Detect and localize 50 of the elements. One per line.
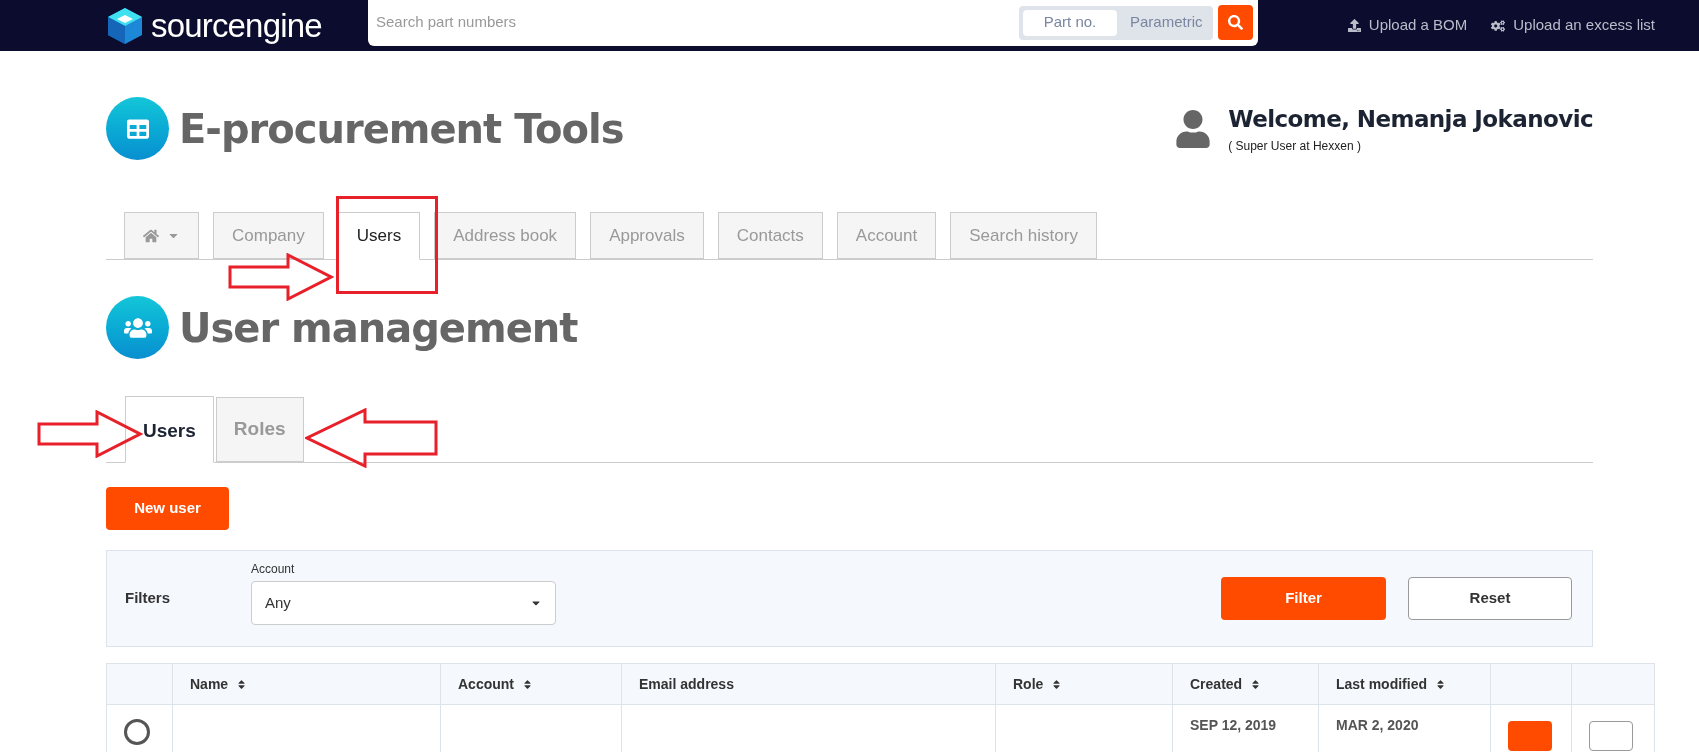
nav-tab[interactable]: Address book — [434, 212, 577, 259]
gears-icon — [1491, 18, 1506, 33]
page-title: E-procurement Tools — [179, 104, 624, 154]
upload-link[interactable]: Upload an excess list — [1491, 14, 1655, 37]
sub-tab[interactable]: Users — [125, 396, 214, 463]
section-title: User management — [179, 303, 578, 353]
sub-tab[interactable]: Roles — [215, 397, 304, 462]
search-input[interactable]: Search part numbers — [376, 11, 1019, 34]
column-header[interactable]: Role — [995, 663, 1173, 705]
welcome-text: Welcome, Nemanja Jokanovic — [1228, 105, 1593, 135]
nav-tab[interactable]: Contacts — [717, 212, 823, 259]
upload-icon — [1347, 19, 1361, 32]
sort-icon — [1051, 678, 1063, 690]
radio-button[interactable] — [124, 719, 150, 745]
nav-tab[interactable]: Search history — [950, 212, 1097, 259]
nav-tab[interactable]: Account — [836, 212, 937, 259]
search-field[interactable]: Search part numbers Part no. Parametric — [368, 0, 1258, 46]
nav-tab[interactable]: Approvals — [590, 212, 704, 259]
search-icon — [1228, 15, 1243, 30]
cube-logo-icon — [107, 6, 143, 45]
upload-link[interactable]: Upload a BOM — [1347, 14, 1468, 37]
created-date: SEP 12, 2019 — [1190, 717, 1277, 733]
nav-tab[interactable]: Company — [213, 212, 324, 259]
sort-icon — [1435, 678, 1446, 690]
column-header[interactable]: Created — [1172, 663, 1319, 705]
column-header[interactable]: Name — [172, 663, 441, 705]
mode-tab[interactable]: Part no. — [1023, 9, 1117, 36]
sort-icon — [1250, 678, 1262, 690]
nav-tab[interactable]: Users — [337, 212, 421, 260]
sort-icon — [522, 678, 533, 690]
table-icon — [126, 117, 149, 140]
account-label: Account — [251, 561, 296, 578]
reset-button[interactable]: Reset — [1408, 577, 1572, 620]
column-header[interactable]: Account — [440, 663, 622, 705]
column-header[interactable]: Last modified — [1318, 663, 1491, 705]
logo-wordmark: sourcengine — [151, 9, 322, 42]
action-button[interactable] — [1589, 721, 1633, 751]
column-header: Email address — [621, 663, 996, 705]
filter-button[interactable]: Filter — [1221, 577, 1386, 620]
mode-tab[interactable]: Parametric — [1117, 9, 1209, 36]
filters-label: Filters — [125, 588, 171, 609]
account-dropdown[interactable]: Any — [251, 581, 556, 625]
new-user-button[interactable]: New user — [106, 487, 229, 530]
home-icon — [143, 227, 159, 244]
home-tab[interactable] — [124, 212, 199, 259]
sort-icon — [236, 678, 248, 690]
user-role-text: ( Super User at Hexxen ) — [1228, 137, 1362, 155]
user-avatar-icon — [1174, 109, 1213, 148]
modified-date: MAR 2, 2020 — [1336, 717, 1419, 733]
search-button[interactable] — [1218, 5, 1253, 40]
